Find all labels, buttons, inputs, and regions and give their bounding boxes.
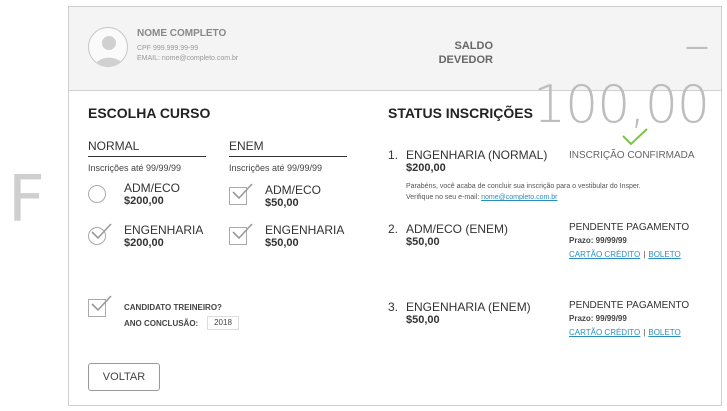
escolha-curso-title: ESCOLHA CURSO bbox=[88, 105, 211, 121]
option-name: ENGENHARIA bbox=[265, 223, 345, 237]
check-icon bbox=[232, 223, 253, 240]
status-course-name: ADM/ECO (ENEM) bbox=[406, 222, 508, 236]
status-course-price: $50,00 bbox=[406, 236, 440, 248]
status-number: 2. bbox=[388, 222, 399, 236]
option-name: ENGENHARIA bbox=[124, 223, 204, 237]
saldo-label: SALDO DEVEDOR bbox=[421, 39, 493, 67]
user-email: EMAIL: nome@completo.com.br bbox=[137, 55, 239, 62]
status-course-name: ENGENHARIA (ENEM) bbox=[406, 300, 531, 314]
payment-links: CARTÃO CRÉDITO | BOLETO bbox=[569, 250, 681, 259]
status-course-price: $50,00 bbox=[406, 314, 440, 326]
radio-unchecked[interactable] bbox=[88, 185, 106, 203]
boleto-link[interactable]: BOLETO bbox=[648, 328, 680, 337]
status-deadline: Prazo: 99/99/99 bbox=[569, 236, 627, 245]
status-number: 3. bbox=[388, 300, 399, 314]
saldo-value: –100,00 bbox=[533, 15, 710, 135]
option-price: $50,00 bbox=[265, 237, 299, 249]
option-price: $200,00 bbox=[124, 195, 164, 207]
cartao-credito-link[interactable]: CARTÃO CRÉDITO bbox=[569, 250, 640, 259]
enem-column-title: ENEM bbox=[229, 139, 347, 157]
check-icon bbox=[232, 183, 253, 200]
avatar bbox=[88, 27, 128, 67]
voltar-button[interactable]: VOLTAR bbox=[88, 363, 160, 391]
normal-deadline: Inscrições até 99/99/99 bbox=[88, 163, 182, 173]
option-price: $200,00 bbox=[124, 237, 164, 249]
status-inscricoes-title: STATUS INSCRIÇÕES bbox=[388, 105, 533, 121]
option-name: ADM/ECO bbox=[124, 181, 181, 195]
payment-links: CARTÃO CRÉDITO | BOLETO bbox=[569, 328, 681, 337]
message-line2: Verifique no seu e-mail: nome@completo.c… bbox=[406, 192, 706, 203]
cartao-credito-link[interactable]: CARTÃO CRÉDITO bbox=[569, 328, 640, 337]
saldo-label-line1: SALDO bbox=[454, 40, 494, 52]
option-name: ADM/ECO bbox=[265, 183, 322, 197]
saldo-label-line2: DEVEDOR bbox=[438, 54, 493, 66]
status-confirmed: INSCRIÇÃO CONFIRMADA bbox=[569, 150, 695, 161]
ano-conclusao-input[interactable]: 2018 bbox=[207, 316, 239, 330]
link-separator: | bbox=[643, 328, 646, 337]
side-letter: F bbox=[8, 163, 45, 237]
user-header: NOME COMPLETO CPF 999.999.99-99 EMAIL: n… bbox=[69, 7, 721, 135]
enem-deadline: Inscrições até 99/99/99 bbox=[229, 163, 323, 173]
status-pending: PENDENTE PAGAMENTO bbox=[569, 222, 690, 233]
ano-conclusao-label: ANO CONCLUSÃO: bbox=[124, 319, 199, 328]
message-line2-text: Verifique no seu e-mail: bbox=[406, 194, 480, 201]
message-line1: Parabéns, você acaba de concluir sua ins… bbox=[406, 183, 641, 190]
check-icon bbox=[91, 295, 112, 312]
confirmed-check-icon bbox=[622, 128, 648, 146]
enrollment-panel: NOME COMPLETO CPF 999.999.99-99 EMAIL: n… bbox=[68, 6, 722, 406]
treineiro-question: CANDIDATO TREINEIRO? bbox=[124, 303, 222, 312]
status-course-price: $200,00 bbox=[406, 162, 446, 174]
message-email-link[interactable]: nome@completo.com.br bbox=[481, 194, 557, 201]
status-course-name: ENGENHARIA (NORMAL) bbox=[406, 148, 548, 162]
normal-column-title: NORMAL bbox=[88, 139, 206, 157]
status-deadline: Prazo: 99/99/99 bbox=[569, 314, 627, 323]
option-price: $50,00 bbox=[265, 197, 299, 209]
confirmation-message: Parabéns, você acaba de concluir sua ins… bbox=[406, 181, 706, 203]
link-separator: | bbox=[643, 250, 646, 259]
status-number: 1. bbox=[388, 148, 399, 162]
user-name: NOME COMPLETO bbox=[137, 28, 227, 39]
status-pending: PENDENTE PAGAMENTO bbox=[569, 300, 690, 311]
user-cpf: CPF 999.999.99-99 bbox=[137, 45, 199, 52]
user-silhouette-icon bbox=[95, 36, 123, 66]
boleto-link[interactable]: BOLETO bbox=[648, 250, 680, 259]
check-icon bbox=[91, 223, 112, 240]
